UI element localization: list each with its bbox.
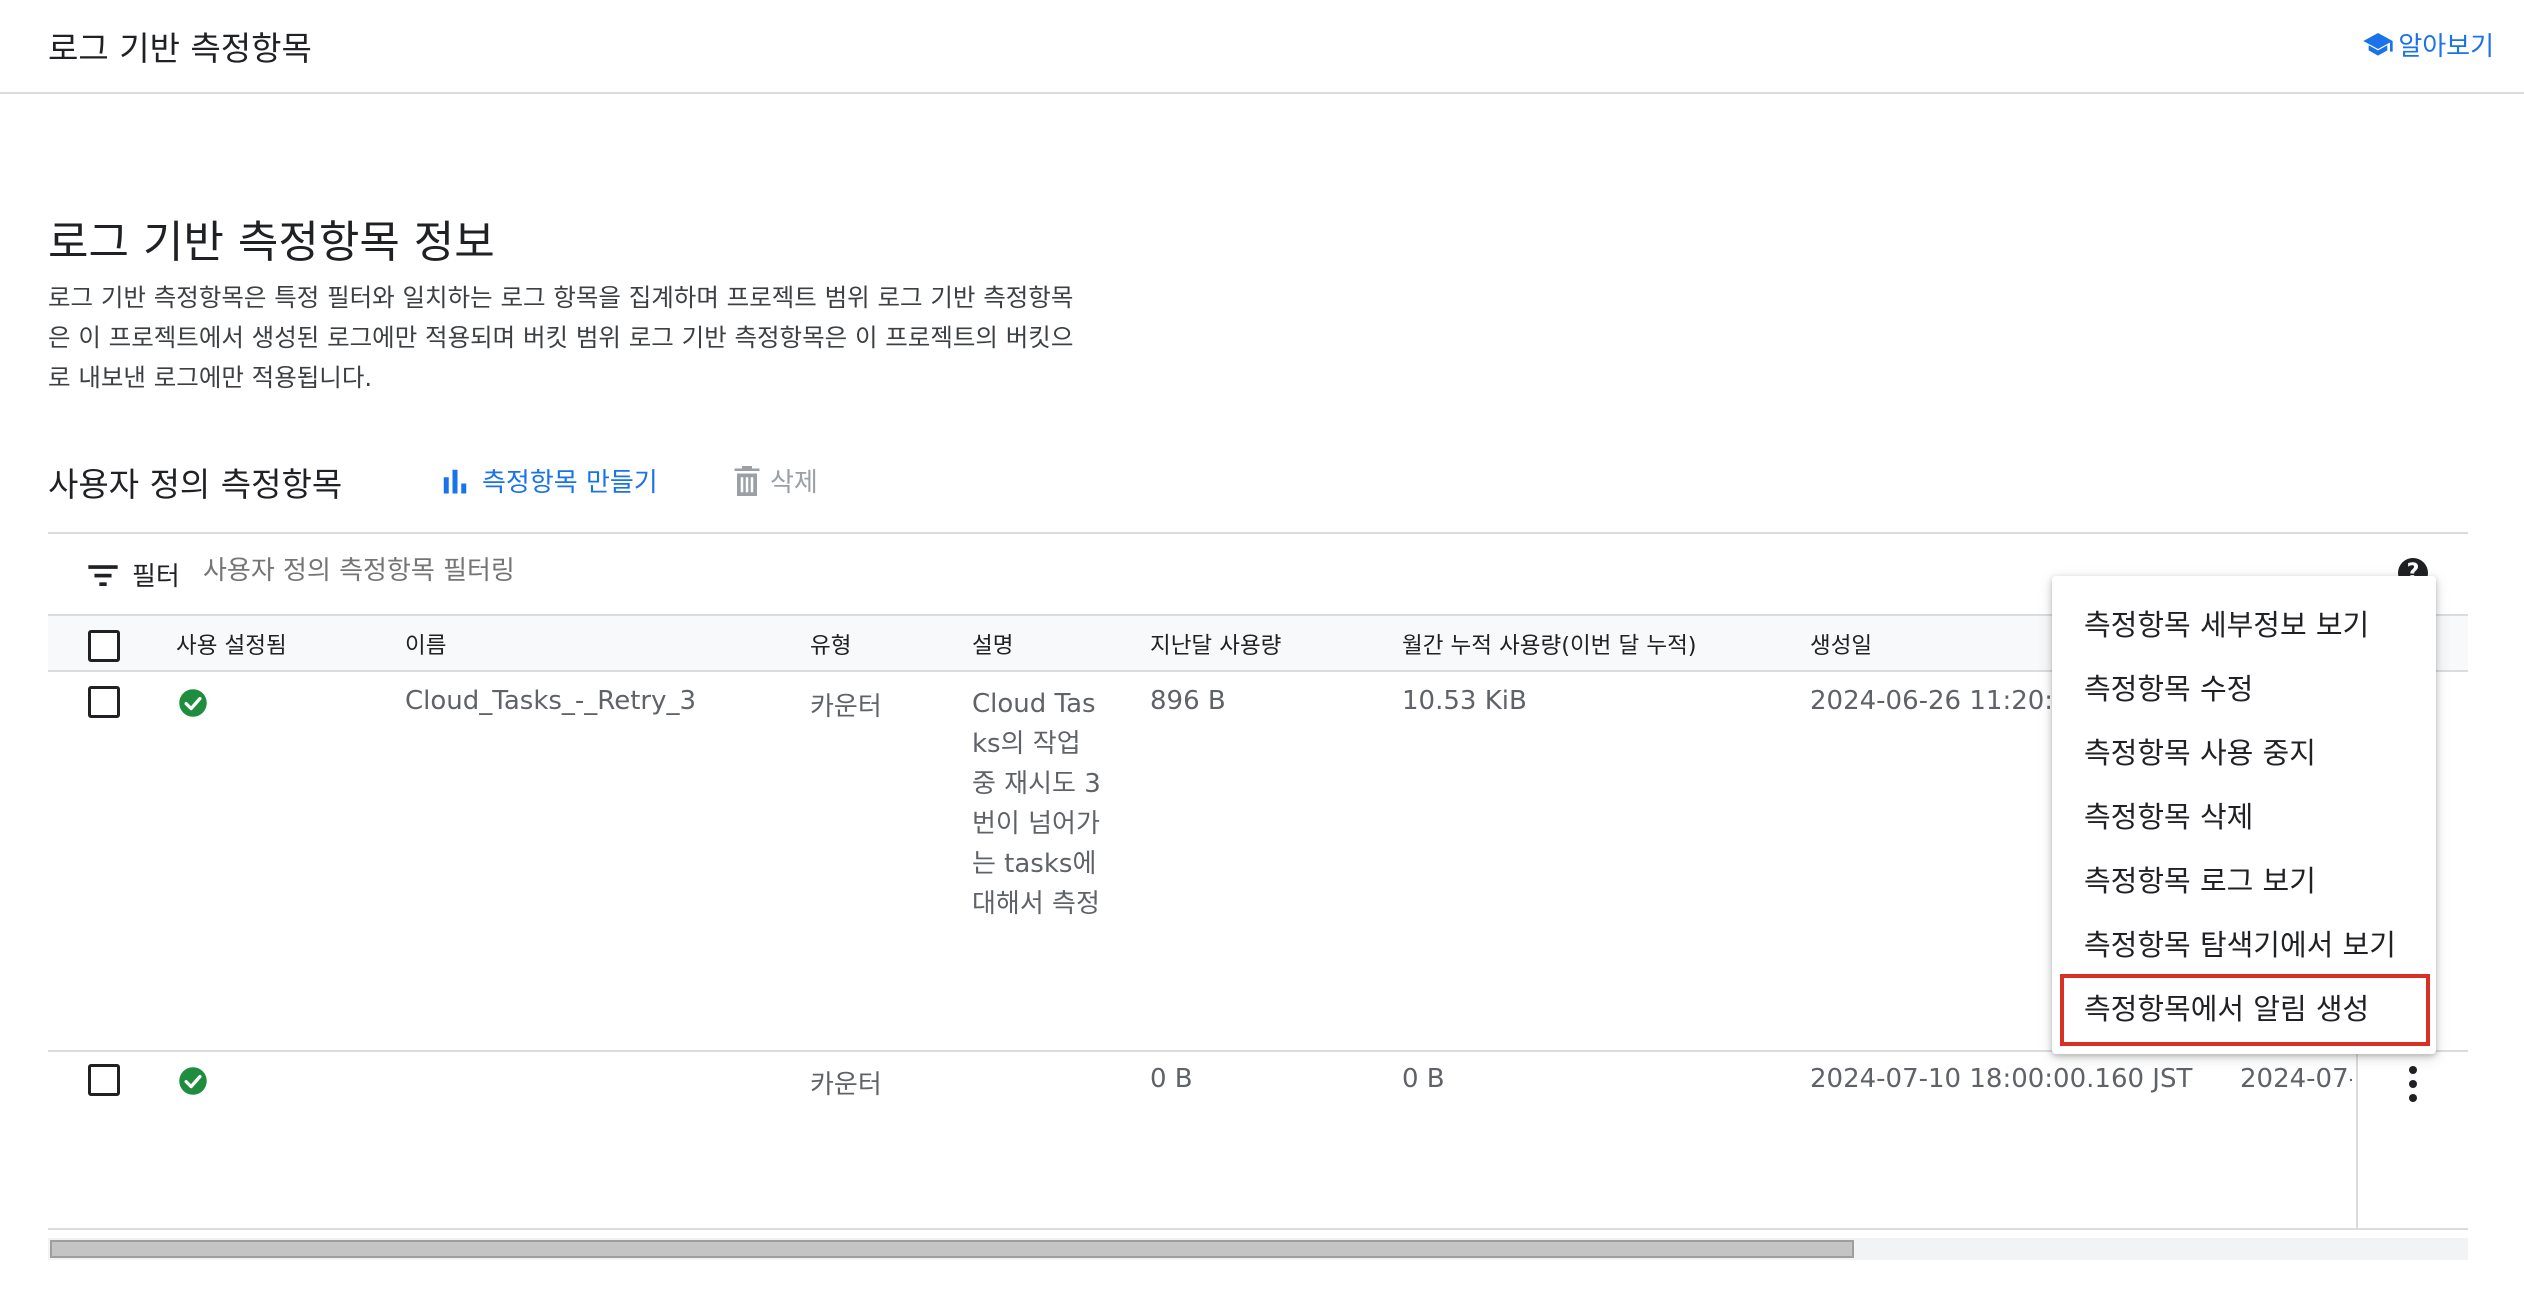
metric-monthly-usage: 0 B: [1402, 1064, 1445, 1094]
column-header-created[interactable]: 생성일: [1810, 628, 1872, 660]
highlight-box: [2060, 974, 2430, 1046]
filter-input[interactable]: [203, 556, 1903, 586]
page-title: 로그 기반 측정항목: [48, 29, 312, 68]
menu-item-view-details[interactable]: 측정항목 세부정보 보기: [2084, 602, 2369, 644]
row-checkbox[interactable]: [88, 686, 120, 718]
page-header: [0, 0, 2524, 94]
column-header-name[interactable]: 이름: [405, 628, 446, 660]
delete-label: 삭제: [770, 468, 818, 498]
filter-button[interactable]: 필터: [88, 556, 180, 593]
sticky-column-divider: [2356, 1052, 2358, 1230]
section-title: 사용자 정의 측정항목: [48, 465, 343, 504]
metric-last-month-usage: 896 B: [1150, 686, 1226, 716]
learn-label: 알아보기: [2398, 32, 2494, 62]
scrollbar-thumb[interactable]: [50, 1240, 1854, 1258]
metric-created: 2024-06-26 11:20:4: [1810, 686, 2070, 716]
metric-name[interactable]: Cloud_Tasks_-_Retry_3: [405, 686, 696, 716]
menu-item-disable[interactable]: 측정항목 사용 중지: [2084, 730, 2316, 772]
more-vert-icon: [2409, 1066, 2417, 1074]
delete-button[interactable]: 삭제: [732, 462, 818, 499]
metric-type: 카운터: [810, 692, 882, 722]
column-header-description[interactable]: 설명: [972, 628, 1013, 660]
column-header-enabled[interactable]: 사용 설정됨: [176, 628, 287, 660]
metric-updated: 2024-07-1: [2240, 1064, 2352, 1094]
bar-chart-icon: [443, 469, 467, 493]
learn-link[interactable]: 알아보기: [2362, 26, 2494, 63]
row-checkbox[interactable]: [88, 1064, 120, 1096]
filter-label: 필터: [132, 562, 180, 592]
divider: [48, 1228, 2468, 1230]
menu-item-edit[interactable]: 측정항목 수정: [2084, 666, 2253, 708]
check-circle-icon: [179, 1067, 207, 1095]
create-metric-label: 측정항목 만들기: [482, 468, 658, 498]
more-actions-button[interactable]: [2396, 1062, 2430, 1106]
check-circle-icon: [179, 689, 207, 717]
trash-icon: [734, 465, 760, 496]
metric-type: 카운터: [810, 1070, 882, 1100]
school-icon: [2363, 32, 2393, 56]
metric-last-month-usage: 0 B: [1150, 1064, 1193, 1094]
menu-item-delete[interactable]: 측정항목 삭제: [2084, 794, 2253, 836]
metric-created: 2024-07-10 18:00:00.160 JST: [1810, 1064, 2193, 1094]
metric-description: Cloud Tasks의 작업 중 재시도 3번이 넘어가는 tasks에 대해…: [972, 689, 1101, 919]
create-metric-button[interactable]: 측정항목 만들기: [440, 462, 658, 499]
menu-item-view-in-explorer[interactable]: 측정항목 탐색기에서 보기: [2084, 922, 2396, 964]
filter-icon: [88, 564, 118, 586]
column-header-monthly-usage[interactable]: 월간 누적 사용량(이번 달 누적): [1402, 628, 1697, 660]
column-header-last-month-usage[interactable]: 지난달 사용량: [1150, 628, 1281, 660]
divider: [48, 532, 2468, 534]
info-description: 로그 기반 측정항목은 특정 필터와 일치하는 로그 항목을 집계하며 프로젝트…: [48, 283, 1074, 392]
menu-item-view-logs[interactable]: 측정항목 로그 보기: [2084, 858, 2316, 900]
column-header-type[interactable]: 유형: [810, 628, 851, 660]
info-title: 로그 기반 측정항목 정보: [48, 217, 495, 268]
select-all-checkbox[interactable]: [88, 630, 120, 662]
metric-monthly-usage: 10.53 KiB: [1402, 686, 1527, 716]
